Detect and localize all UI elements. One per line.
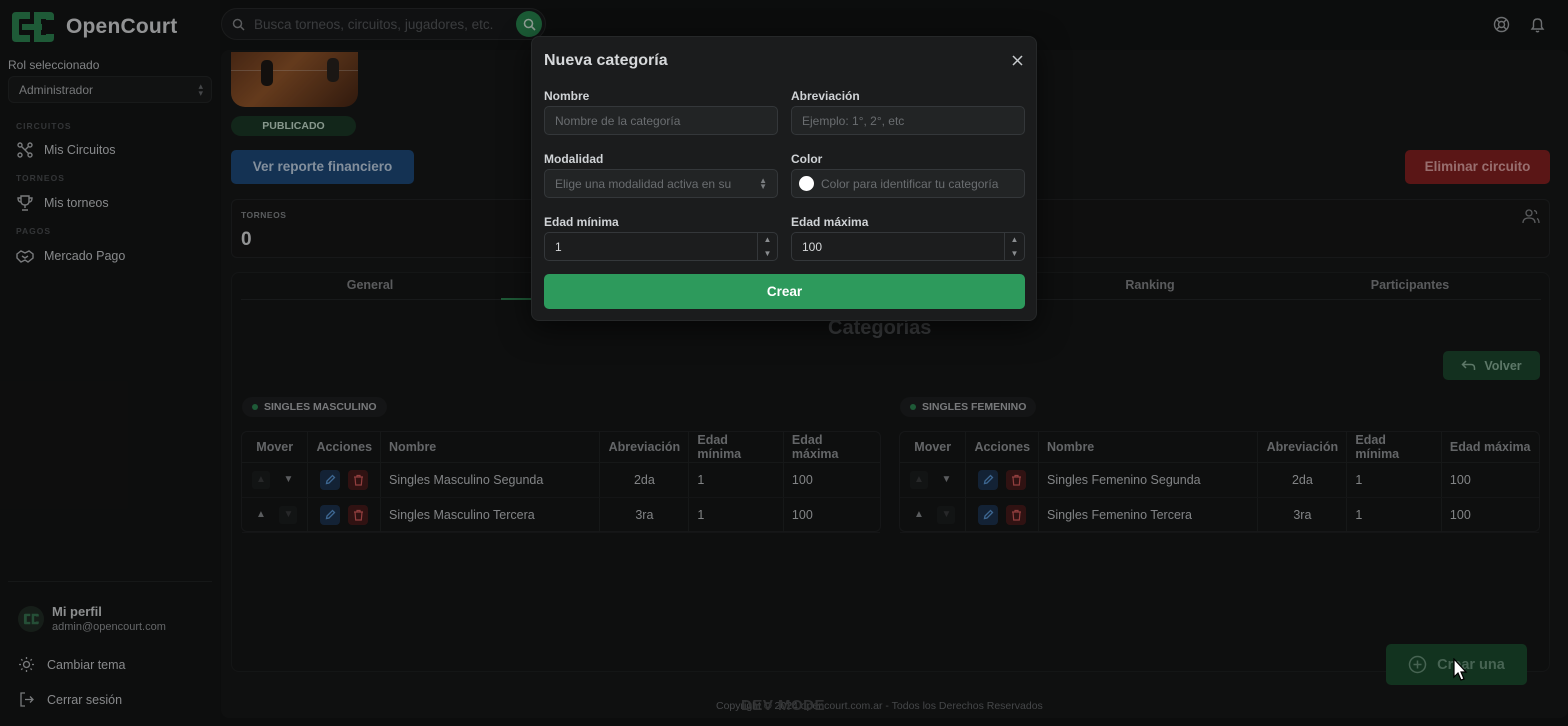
edad-minima-input[interactable]: 1 ▲ ▼ [544, 232, 778, 261]
abreviacion-label: Abreviación [791, 89, 860, 103]
submit-create-button[interactable]: Crear [544, 274, 1025, 309]
modalidad-select[interactable]: Elige una modalidad activa en su ▲ ▼ [544, 169, 778, 198]
edad-minima-value: 1 [555, 240, 562, 254]
new-category-modal: Nueva categoría Nombre Nombre de la cate… [531, 36, 1037, 321]
modalidad-label: Modalidad [544, 152, 604, 166]
number-stepper[interactable]: ▲ ▼ [1004, 233, 1024, 260]
color-label: Color [791, 152, 823, 166]
color-placeholder: Color para identificar tu categoría [821, 177, 999, 191]
chevron-down-icon[interactable]: ▼ [764, 249, 772, 258]
edad-maxima-label: Edad máxima [791, 215, 869, 229]
number-stepper[interactable]: ▲ ▼ [757, 233, 777, 260]
nombre-input[interactable]: Nombre de la categoría [544, 106, 778, 135]
chevron-up-icon[interactable]: ▲ [764, 235, 772, 244]
mouse-cursor-icon [1453, 658, 1468, 681]
select-chevron-icon: ▲ ▼ [759, 176, 767, 191]
color-swatch[interactable] [799, 176, 814, 192]
close-icon[interactable] [1012, 55, 1023, 66]
chevron-down-icon[interactable]: ▼ [1011, 249, 1019, 258]
modalidad-placeholder: Elige una modalidad activa en su [555, 177, 732, 191]
modal-title: Nueva categoría [544, 52, 668, 69]
abreviacion-input[interactable]: Ejemplo: 1°, 2°, etc [791, 106, 1025, 135]
edad-maxima-input[interactable]: 100 ▲ ▼ [791, 232, 1025, 261]
edad-minima-label: Edad mínima [544, 215, 619, 229]
edad-maxima-value: 100 [802, 240, 823, 254]
nombre-label: Nombre [544, 89, 590, 103]
chevron-up-icon[interactable]: ▲ [1011, 235, 1019, 244]
color-input[interactable]: Color para identificar tu categoría [791, 169, 1025, 198]
